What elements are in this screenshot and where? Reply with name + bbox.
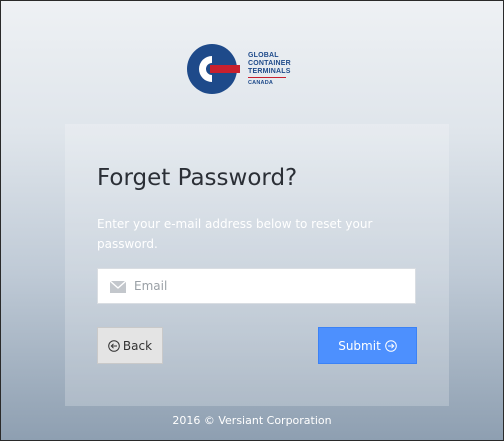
submit-button-label: Submit [338, 338, 381, 353]
envelope-icon [110, 281, 126, 293]
login-page-frame: GLOBAL CONTAINER TERMINALS CANADA Forget… [0, 0, 504, 441]
page-title: Forget Password? [97, 165, 298, 191]
submit-button[interactable]: Submit [318, 327, 417, 364]
company-logo: GLOBAL CONTAINER TERMINALS CANADA [186, 43, 326, 95]
email-field-container [97, 268, 416, 304]
logo-line-4: CANADA [248, 80, 274, 86]
circle-arrow-left-icon [108, 339, 120, 352]
logo-line-3: TERMINALS [248, 68, 291, 75]
gct-logo-mark-icon [187, 44, 240, 94]
logo-rule [248, 77, 286, 78]
back-button-label: Back [122, 338, 153, 353]
logo-line-1: GLOBAL [248, 52, 279, 59]
email-input[interactable] [134, 269, 410, 303]
logo-line-2: CONTAINER [248, 60, 291, 67]
logo-wordmark: GLOBAL CONTAINER TERMINALS CANADA [248, 52, 291, 87]
circle-arrow-right-icon [384, 339, 397, 352]
forgot-password-card: Forget Password? Enter your e-mail addre… [65, 124, 449, 406]
instructions-text: Enter your e-mail address below to reset… [97, 217, 373, 251]
back-button[interactable]: Back [97, 327, 163, 364]
copyright-footer: 2016 © Versiant Corporation [172, 414, 332, 427]
